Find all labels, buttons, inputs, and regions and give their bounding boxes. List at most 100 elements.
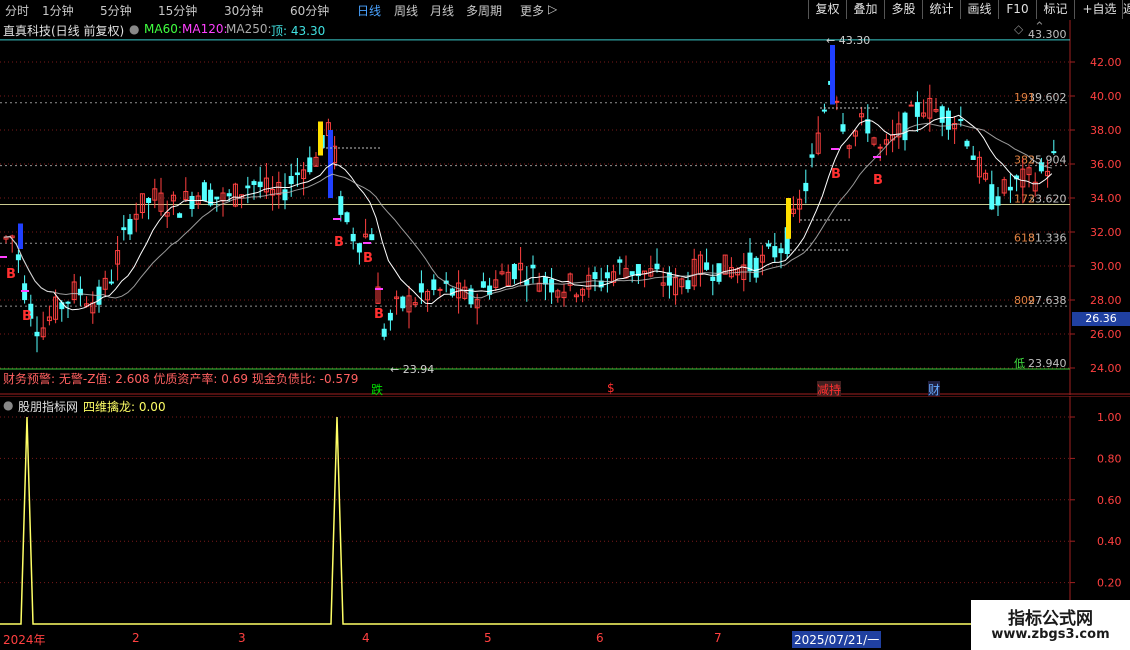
candle-body: [902, 112, 908, 141]
ma120-label: MA120:: [182, 22, 228, 36]
candle-body: [542, 276, 548, 285]
candle-body: [387, 312, 393, 321]
indicator-axis-label: 0.40: [1097, 535, 1122, 548]
indicator-panel[interactable]: 1.00 0.80 0.60 0.40 0.20 ● 股朋指标网 四维擒龙: 0.00: [0, 395, 1130, 630]
buy-signal: B: [831, 167, 841, 182]
period-tab-1min[interactable]: 1分钟: [42, 2, 74, 19]
price-axis-label: 34.00: [1090, 192, 1122, 205]
candle-body: [344, 212, 350, 223]
indicator-chart[interactable]: 1.00 0.80 0.60 0.40 0.20: [0, 395, 1130, 630]
signal-marker: [831, 148, 839, 150]
price-axis-label: 38.00: [1090, 124, 1122, 137]
candle-body: [840, 124, 846, 132]
f10-button[interactable]: F10: [998, 0, 1036, 19]
period-tab-60min[interactable]: 60分钟: [290, 2, 329, 19]
time-label-5: 5: [484, 631, 492, 645]
level-name: 低: [1014, 357, 1025, 370]
kline-chart[interactable]: 43.30039.60219135.90438233.62017231.3366…: [0, 20, 1130, 395]
highlight-bar: [318, 121, 323, 156]
watermark-box: 指标公式网 www.zbgs3.com: [971, 600, 1130, 650]
period-tab-week[interactable]: 周线: [394, 2, 418, 19]
indicator-source: 股朋指标网: [18, 400, 79, 414]
period-tab-multi[interactable]: 多周期: [466, 2, 502, 19]
candle-body: [666, 272, 672, 286]
cursor-date: 2025/07/21/一: [792, 631, 882, 648]
candle-body: [914, 102, 920, 117]
time-label-7: 7: [714, 631, 722, 645]
back-button[interactable]: 返回: [1122, 0, 1130, 19]
candle-body: [400, 296, 406, 309]
time-label-3: 3: [238, 631, 246, 645]
period-tab-more[interactable]: 更多: [520, 2, 544, 19]
candle-body: [251, 181, 257, 185]
period-tab-month[interactable]: 月线: [430, 2, 454, 19]
finance-warning: 财务预警: 无警-Z值: 2.608 优质资产率: 0.69 现金负债比: -0…: [3, 372, 359, 386]
time-label-2024: 2024年: [3, 633, 46, 647]
candle-body: [530, 264, 536, 269]
diamond-icon[interactable]: ◇: [1014, 22, 1023, 36]
candle-body: [710, 276, 716, 281]
fuquan-button[interactable]: 复权: [808, 0, 846, 19]
draw-line-button[interactable]: 画线: [960, 0, 998, 19]
mark-button[interactable]: 标记: [1036, 0, 1074, 19]
tag-dollar[interactable]: $: [607, 381, 615, 395]
eye-icon[interactable]: ●: [129, 22, 139, 36]
candle-body: [487, 285, 493, 295]
candle-body: [549, 279, 555, 293]
candle-body: [964, 140, 970, 147]
multi-stock-button[interactable]: 多股: [884, 0, 922, 19]
watermark-title: 指标公式网: [1008, 609, 1093, 629]
time-label-4: 4: [362, 631, 370, 645]
candle-body: [629, 271, 635, 276]
candle-body: [970, 155, 976, 160]
candle-body: [995, 196, 1001, 206]
candle-body: [865, 119, 871, 134]
candle-body: [877, 146, 883, 149]
indicator-toggle-icon[interactable]: ●: [3, 398, 13, 412]
candle-body: [685, 280, 691, 290]
period-tab-15min[interactable]: 15分钟: [158, 2, 197, 19]
stats-button[interactable]: 统计: [922, 0, 960, 19]
candle-body: [201, 182, 207, 202]
level-name: 191: [1014, 91, 1035, 104]
highlight-bar: [18, 223, 23, 249]
candle-body: [753, 257, 759, 278]
price-axis-label: 36.00: [1090, 158, 1122, 171]
candle-body: [381, 328, 387, 337]
price-axis-label: 42.00: [1090, 56, 1122, 69]
time-axis: 2024年 2 3 4 5 6 7 2025/07/21/一: [0, 630, 1130, 650]
period-tab-day[interactable]: 日线: [357, 2, 381, 19]
add-favorite-button[interactable]: +自选: [1074, 0, 1124, 19]
candle-body: [214, 196, 220, 200]
candle-body: [945, 110, 951, 130]
candle-body: [1007, 186, 1013, 191]
highlight-bar: [786, 198, 791, 239]
candle-body: [108, 281, 114, 284]
candle-body: [778, 248, 784, 254]
time-label-2: 2: [132, 631, 140, 645]
indicator-value: 四维擒龙: 0.00: [83, 400, 166, 414]
overlay-button[interactable]: 叠加: [846, 0, 884, 19]
more-arrow-icon[interactable]: ▷: [548, 2, 557, 16]
candle-body: [34, 331, 40, 337]
candle-body: [834, 100, 840, 103]
level-name: 382: [1014, 154, 1035, 167]
candle-body: [939, 106, 945, 123]
price-axis-label: 24.00: [1090, 362, 1122, 375]
kline-panel[interactable]: 43.300 39.602 191 35.904 382 33.620 172 31.336 6…: [0, 20, 1130, 398]
candle-body: [245, 185, 251, 189]
candle-body: [617, 259, 623, 263]
collapse-icon[interactable]: ⌃: [1034, 20, 1045, 35]
candle-body: [177, 213, 183, 218]
period-tab-fenshi[interactable]: 分时: [5, 2, 29, 19]
level-value: 23.940: [1028, 357, 1067, 370]
low-price-mark: ← 23.94: [390, 363, 434, 376]
candle-body: [282, 189, 288, 201]
period-tab-5min[interactable]: 5分钟: [100, 2, 132, 19]
level-name: 172: [1014, 192, 1035, 205]
candle-body: [307, 157, 313, 173]
candle-body: [908, 104, 914, 107]
candle-body: [257, 181, 263, 188]
period-tab-30min[interactable]: 30分钟: [224, 2, 263, 19]
price-axis-label: 26.00: [1090, 328, 1122, 341]
